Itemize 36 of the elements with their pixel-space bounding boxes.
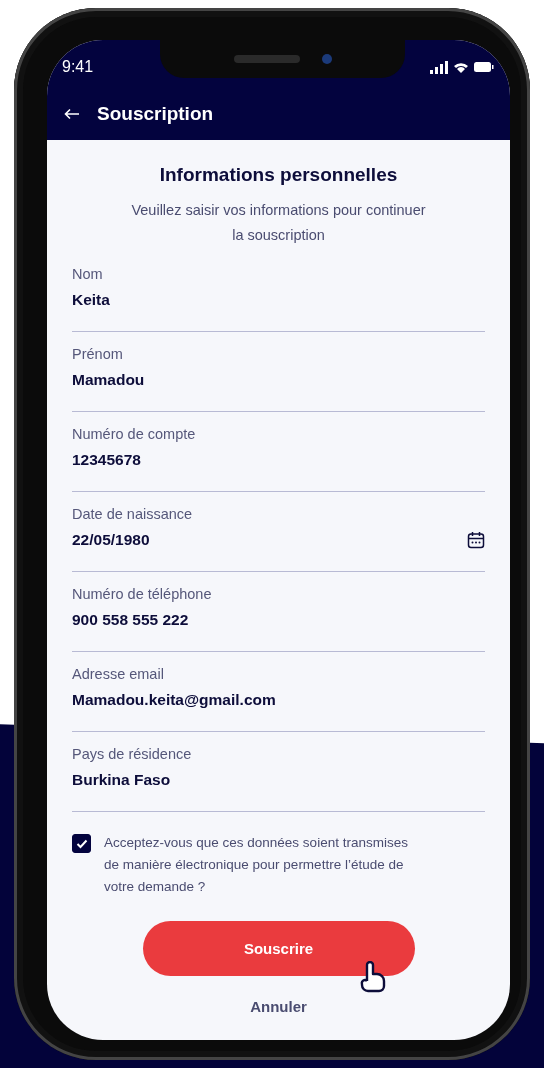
wifi-icon bbox=[453, 61, 469, 73]
input-field[interactable]: Nom Keita bbox=[72, 262, 485, 332]
field-label: Pays de résidence bbox=[72, 746, 193, 762]
field-value: 22/05/1980 bbox=[72, 531, 150, 549]
signal-icon bbox=[430, 60, 448, 74]
field-label: Adresse email bbox=[72, 666, 165, 682]
hand-cursor-icon bbox=[358, 961, 387, 993]
field-value: 900 558 555 222 bbox=[72, 611, 189, 629]
screen-title: Souscription bbox=[97, 103, 214, 125]
subscribe-button[interactable]: Souscrire bbox=[142, 921, 415, 976]
field-label: Numéro de compte bbox=[72, 426, 197, 442]
form-subtitle: Veuillez saisir vos informations pour continuer la souscription bbox=[130, 201, 427, 245]
field-value: Keita bbox=[72, 291, 110, 309]
back-arrow-icon[interactable] bbox=[64, 108, 80, 120]
status-time: 9:41 bbox=[62, 58, 94, 76]
input-field[interactable]: Pays de résidence Burkina Faso bbox=[72, 742, 485, 812]
input-field[interactable]: Prénom Mamadou bbox=[72, 342, 485, 412]
field-label: Numéro de téléphone bbox=[72, 586, 213, 602]
input-field[interactable]: Adresse email Mamadou.keita@gmail.com bbox=[72, 662, 485, 732]
consent-checkbox[interactable] bbox=[72, 834, 91, 853]
input-field[interactable]: Numéro de téléphone 900 558 555 222 bbox=[72, 582, 485, 652]
field-label: Nom bbox=[72, 266, 104, 282]
field-value: 12345678 bbox=[72, 451, 141, 469]
check-icon bbox=[75, 838, 88, 849]
consent-text: Acceptez-vous que ces données soient transmises de manière électronique pour permettre l’étude de votre demande ? bbox=[104, 834, 409, 896]
battery-icon bbox=[474, 62, 494, 72]
calendar-icon[interactable] bbox=[467, 531, 485, 549]
field-value: Mamadou.keita@gmail.com bbox=[72, 691, 276, 709]
field-label: Date de naissance bbox=[72, 506, 194, 522]
field-value: Burkina Faso bbox=[72, 771, 171, 789]
input-field[interactable]: Date de naissance 22/05/1980 bbox=[72, 502, 485, 572]
form-title: Informations personnelles bbox=[158, 164, 399, 186]
field-value: Mamadou bbox=[72, 371, 145, 389]
field-label: Prénom bbox=[72, 346, 124, 362]
input-field[interactable]: Numéro de compte 12345678 bbox=[72, 422, 485, 492]
cancel-link[interactable]: Annuler bbox=[250, 998, 307, 1015]
